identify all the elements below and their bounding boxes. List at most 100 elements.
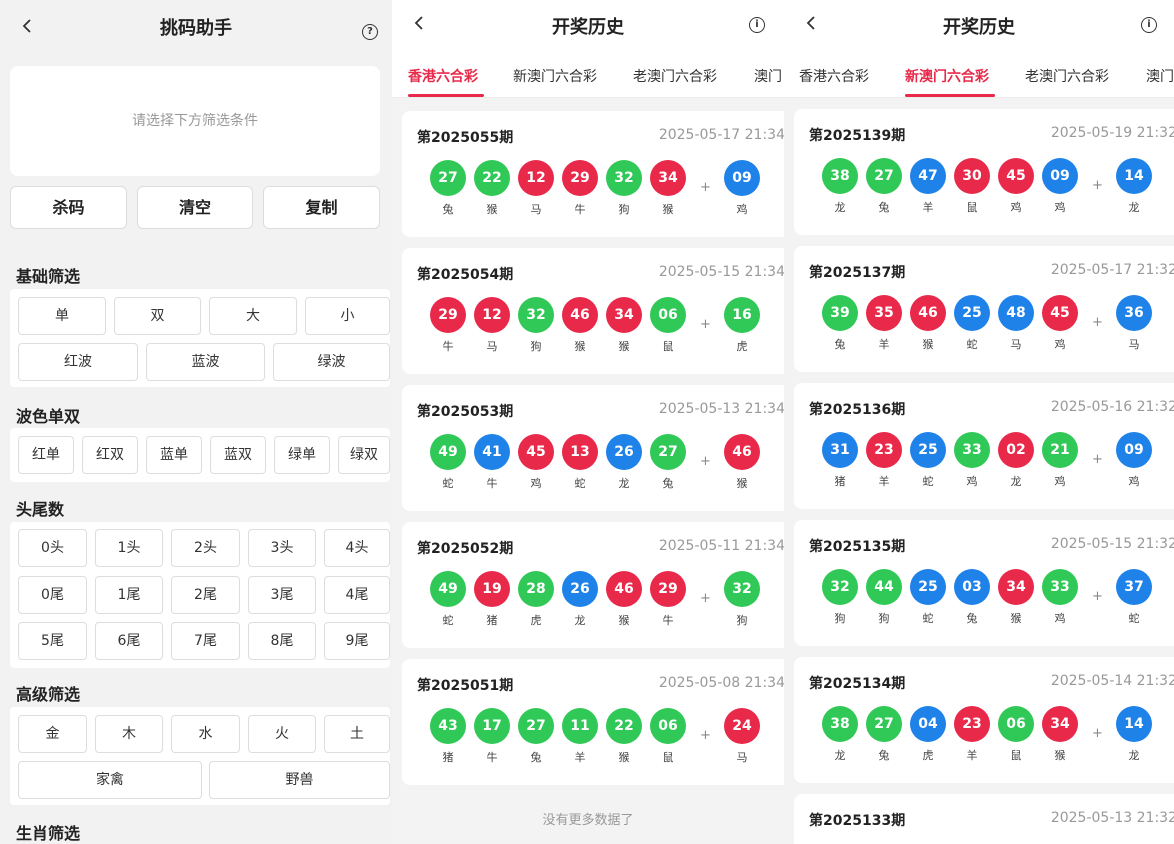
draw-card[interactable]: 第2025054期 2025-05-15 21:34 29 牛 12 马 32 狗 46 猴 34 猴… xyxy=(402,248,784,374)
clear-button[interactable]: 清空 xyxy=(137,186,253,229)
number-ball: 13 蛇 xyxy=(562,434,598,491)
ball-number: 09 xyxy=(1042,158,1078,194)
filter-tail-6[interactable]: 6尾 xyxy=(95,622,163,660)
filter-tail-4[interactable]: 4尾 xyxy=(324,576,390,614)
ball-number: 39 xyxy=(822,295,858,331)
number-ball: 46 猴 xyxy=(562,297,598,354)
tab-old-macau[interactable]: 老澳门六合彩 xyxy=(633,66,717,86)
ball-zodiac: 龙 xyxy=(618,477,630,490)
filter-green-even[interactable]: 绿双 xyxy=(338,436,390,474)
ball-zodiac: 兔 xyxy=(530,751,542,764)
ball-number: 21 xyxy=(1042,432,1078,468)
filter-even[interactable]: 双 xyxy=(114,297,201,335)
ball-zodiac: 马 xyxy=(1010,338,1022,351)
filter-head-1[interactable]: 1头 xyxy=(95,529,163,567)
ball-number: 06 xyxy=(650,297,686,333)
tab-new-macau[interactable]: 新澳门六合彩 xyxy=(905,66,989,86)
filter-odd[interactable]: 单 xyxy=(18,297,106,335)
ball-number: 43 xyxy=(430,708,466,744)
filter-red-wave[interactable]: 红波 xyxy=(18,343,138,381)
kill-code-button[interactable]: 杀码 xyxy=(10,186,127,229)
draw-card[interactable]: 第2025137期 2025-05-17 21:32 39 兔 35 羊 46 猴 25 蛇 48 马… xyxy=(794,246,1174,372)
draw-card[interactable]: 第2025053期 2025-05-13 21:34 49 蛇 41 牛 45 鸡 13 蛇 26 龙… xyxy=(402,385,784,511)
tab-macau[interactable]: 澳门 xyxy=(1146,66,1174,86)
tab-old-macau[interactable]: 老澳门六合彩 xyxy=(1025,66,1109,86)
filter-blue-wave[interactable]: 蓝波 xyxy=(146,343,265,381)
draw-issue: 第2025054期 xyxy=(417,267,514,283)
filter-small[interactable]: 小 xyxy=(305,297,390,335)
plus-separator: + xyxy=(700,591,711,606)
filter-head-3[interactable]: 3头 xyxy=(248,529,316,567)
filter-red-even[interactable]: 红双 xyxy=(82,436,138,474)
ball-number: 27 xyxy=(518,708,554,744)
special-ball-number: 32 xyxy=(724,571,760,607)
filter-tail-8[interactable]: 8尾 xyxy=(248,622,316,660)
draw-card[interactable]: 第2025051期 2025-05-08 21:34 43 猪 17 牛 27 兔 11 羊 22 猴… xyxy=(402,659,784,785)
draw-time: 2025-05-14 21:32 xyxy=(1050,673,1174,689)
filter-tail-1[interactable]: 1尾 xyxy=(95,576,163,614)
filter-fire[interactable]: 火 xyxy=(248,715,316,753)
ball-number: 32 xyxy=(518,297,554,333)
ball-zodiac: 马 xyxy=(530,203,542,216)
special-ball: 09 鸡 xyxy=(1116,432,1152,489)
ball-zodiac: 猴 xyxy=(618,751,630,764)
ball-number: 13 xyxy=(562,434,598,470)
filter-water[interactable]: 水 xyxy=(171,715,240,753)
filter-blue-odd[interactable]: 蓝单 xyxy=(146,436,202,474)
tab-hk-mark-six[interactable]: 香港六合彩 xyxy=(408,66,478,86)
head-tail-card: 0头 1头 2头 3头 4头 0尾 1尾 2尾 3尾 4尾 5尾 6尾 7尾 8… xyxy=(10,522,390,668)
filter-green-odd[interactable]: 绿单 xyxy=(274,436,330,474)
number-ball: 09 鸡 xyxy=(1042,158,1078,215)
ball-zodiac: 鼠 xyxy=(662,340,674,353)
help-icon[interactable]: ? xyxy=(362,24,378,40)
header: 开奖历史 i xyxy=(392,0,784,52)
ball-number: 34 xyxy=(606,297,642,333)
filter-head-2[interactable]: 2头 xyxy=(171,529,240,567)
ball-number: 04 xyxy=(910,706,946,742)
filter-poultry[interactable]: 家禽 xyxy=(18,761,202,799)
number-ball: 23 羊 xyxy=(954,706,990,763)
draw-card[interactable]: 第2025134期 2025-05-14 21:32 38 龙 27 兔 04 虎 23 羊 06 鼠… xyxy=(794,657,1174,783)
filter-wild-beast[interactable]: 野兽 xyxy=(209,761,390,799)
filter-earth[interactable]: 土 xyxy=(324,715,390,753)
filter-head-0[interactable]: 0头 xyxy=(18,529,87,567)
ball-zodiac: 猴 xyxy=(574,340,586,353)
number-ball: 32 狗 xyxy=(518,297,554,354)
draw-card[interactable]: 第2025055期 2025-05-17 21:34 27 兔 22 猴 12 马 29 牛 32 狗… xyxy=(402,111,784,237)
info-icon[interactable]: i xyxy=(1141,17,1157,33)
filter-tail-5[interactable]: 5尾 xyxy=(18,622,87,660)
draw-card[interactable]: 第2025052期 2025-05-11 21:34 49 蛇 19 猪 28 虎 26 龙 46 猴… xyxy=(402,522,784,648)
ball-number: 45 xyxy=(1042,295,1078,331)
filter-tail-3[interactable]: 3尾 xyxy=(248,576,316,614)
filter-tail-0[interactable]: 0尾 xyxy=(18,576,87,614)
ball-number: 26 xyxy=(606,434,642,470)
number-ball: 34 猴 xyxy=(606,297,642,354)
filter-blue-even[interactable]: 蓝双 xyxy=(210,436,266,474)
ball-number: 48 xyxy=(998,295,1034,331)
info-icon[interactable]: i xyxy=(749,17,765,33)
number-ball: 27 兔 xyxy=(650,434,686,491)
filter-red-odd[interactable]: 红单 xyxy=(18,436,74,474)
filter-green-wave[interactable]: 绿波 xyxy=(273,343,390,381)
ball-number: 33 xyxy=(1042,569,1078,605)
draw-card[interactable]: 第2025133期 2025-05-13 21:32 xyxy=(794,794,1174,844)
filter-wood[interactable]: 木 xyxy=(95,715,163,753)
tab-hk-mark-six[interactable]: 香港六合彩 xyxy=(799,66,869,86)
draw-card[interactable]: 第2025139期 2025-05-19 21:32 38 龙 27 兔 47 羊 30 鼠 45 鸡… xyxy=(794,109,1174,235)
tab-new-macau[interactable]: 新澳门六合彩 xyxy=(513,66,597,86)
special-ball: 37 蛇 xyxy=(1116,569,1152,626)
filter-metal[interactable]: 金 xyxy=(18,715,87,753)
tab-macau[interactable]: 澳门 xyxy=(754,66,782,86)
filter-big[interactable]: 大 xyxy=(209,297,297,335)
ball-number: 29 xyxy=(562,160,598,196)
filter-tail-9[interactable]: 9尾 xyxy=(324,622,390,660)
filter-tail-2[interactable]: 2尾 xyxy=(171,576,240,614)
draw-card[interactable]: 第2025136期 2025-05-16 21:32 31 猪 23 羊 25 蛇 33 鸡 02 龙… xyxy=(794,383,1174,509)
filter-head-4[interactable]: 4头 xyxy=(324,529,390,567)
ball-number: 23 xyxy=(954,706,990,742)
draw-card[interactable]: 第2025135期 2025-05-15 21:32 32 狗 44 狗 25 蛇 03 兔 34 猴… xyxy=(794,520,1174,646)
filter-tail-7[interactable]: 7尾 xyxy=(171,622,240,660)
number-ball: 44 狗 xyxy=(866,569,902,626)
number-ball: 48 马 xyxy=(998,295,1034,352)
copy-button[interactable]: 复制 xyxy=(263,186,380,229)
